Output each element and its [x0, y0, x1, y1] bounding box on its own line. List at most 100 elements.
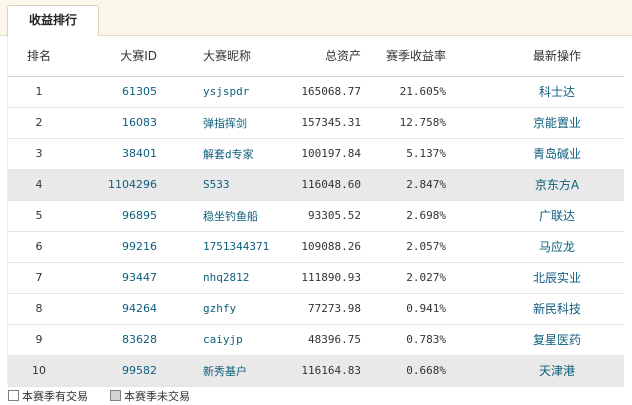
- legend-untraded: 本赛季未交易: [102, 388, 190, 404]
- latest-operation-link[interactable]: 北辰实业: [533, 271, 581, 285]
- rank-cell: 7: [8, 262, 70, 294]
- contest-id-link[interactable]: 99582: [122, 364, 157, 377]
- nickname-link[interactable]: gzhfy: [203, 302, 236, 315]
- season-return-cell: 0.941%: [361, 293, 452, 325]
- nickname-link[interactable]: 新秀基户: [203, 365, 247, 378]
- header-nickname: 大赛昵称: [161, 36, 276, 77]
- nickname-link[interactable]: 解套d专家: [203, 148, 254, 161]
- rank-cell: 1: [8, 76, 70, 108]
- rank-cell: 10: [8, 355, 70, 387]
- latest-operation-link[interactable]: 复星医药: [533, 333, 581, 347]
- nickname-cell: 解套d专家: [161, 138, 276, 170]
- ranking-table: 排名 大赛ID 大赛昵称 总资产 赛季收益率 最新操作 1 61305 ysjspd…: [8, 36, 624, 387]
- nickname-cell: ysjspdr: [161, 76, 276, 108]
- total-assets-cell: 165068.77: [276, 76, 361, 108]
- table-row: 2 16083 弹指挥剑 157345.31 12.758% 京能置业: [8, 107, 624, 139]
- latest-operation-cell: 新民科技: [452, 293, 624, 325]
- latest-operation-link[interactable]: 广联达: [539, 209, 575, 223]
- rank-cell: 3: [8, 138, 70, 170]
- latest-operation-link[interactable]: 青岛碱业: [533, 147, 581, 161]
- header-season-return: 赛季收益率: [361, 36, 452, 77]
- contest-id-link[interactable]: 96895: [122, 209, 157, 222]
- header-rank: 排名: [8, 36, 70, 77]
- total-assets-cell: 111890.93: [276, 262, 361, 294]
- rank-cell: 8: [8, 293, 70, 325]
- table-row: 3 38401 解套d专家 100197.84 5.137% 青岛碱业: [8, 138, 624, 170]
- total-assets-cell: 109088.26: [276, 231, 361, 263]
- contest-id-cell: 93447: [70, 262, 161, 294]
- table-row: 5 96895 稳坐钓鱼船 93305.52 2.698% 广联达: [8, 200, 624, 232]
- total-assets-cell: 77273.98: [276, 293, 361, 325]
- nickname-link[interactable]: caiyjp: [203, 333, 243, 346]
- latest-operation-cell: 天津港: [452, 355, 624, 387]
- header-contest-id: 大赛ID: [70, 36, 161, 77]
- contest-id-cell: 94264: [70, 293, 161, 325]
- rank-cell: 5: [8, 200, 70, 232]
- total-assets-cell: 157345.31: [276, 107, 361, 139]
- contest-id-cell: 61305: [70, 76, 161, 108]
- season-return-cell: 2.027%: [361, 262, 452, 294]
- season-return-cell: 5.137%: [361, 138, 452, 170]
- nickname-link[interactable]: S533: [203, 178, 230, 191]
- table-row: 1 61305 ysjspdr 165068.77 21.605% 科士达: [8, 76, 624, 108]
- latest-operation-link[interactable]: 马应龙: [539, 240, 575, 254]
- contest-id-link[interactable]: 38401: [122, 147, 157, 160]
- nickname-cell: 新秀基户: [161, 355, 276, 387]
- season-return-cell: 12.758%: [361, 107, 452, 139]
- nickname-link[interactable]: 稳坐钓鱼船: [203, 210, 258, 223]
- ranking-panel: 排名 大赛ID 大赛昵称 总资产 赛季收益率 最新操作 1 61305 ysjspd…: [7, 36, 624, 387]
- season-return-cell: 2.847%: [361, 169, 452, 201]
- season-return-cell: 21.605%: [361, 76, 452, 108]
- nickname-cell: gzhfy: [161, 293, 276, 325]
- latest-operation-cell: 北辰实业: [452, 262, 624, 294]
- contest-id-link[interactable]: 83628: [122, 333, 157, 346]
- total-assets-cell: 116164.83: [276, 355, 361, 387]
- contest-id-cell: 99582: [70, 355, 161, 387]
- header-latest-operation: 最新操作: [452, 36, 624, 77]
- nickname-link[interactable]: 弹指挥剑: [203, 117, 247, 130]
- table-row: 9 83628 caiyjp 48396.75 0.783% 复星医药: [8, 324, 624, 356]
- nickname-link[interactable]: ysjspdr: [203, 85, 249, 98]
- table-row: 10 99582 新秀基户 116164.83 0.668% 天津港: [8, 355, 624, 387]
- latest-operation-cell: 京能置业: [452, 107, 624, 139]
- table-row: 7 93447 nhq2812 111890.93 2.027% 北辰实业: [8, 262, 624, 294]
- contest-id-link[interactable]: 99216: [122, 240, 157, 253]
- latest-operation-link[interactable]: 科士达: [539, 85, 575, 99]
- nickname-cell: nhq2812: [161, 262, 276, 294]
- nickname-cell: 弹指挥剑: [161, 107, 276, 139]
- season-return-cell: 0.783%: [361, 324, 452, 356]
- untraded-swatch-icon: [110, 390, 121, 401]
- nickname-cell: caiyjp: [161, 324, 276, 356]
- contest-id-cell: 1104296: [70, 169, 161, 201]
- nickname-cell: S533: [161, 169, 276, 201]
- nickname-link[interactable]: 1751344371: [203, 240, 269, 253]
- season-return-cell: 2.698%: [361, 200, 452, 232]
- latest-operation-cell: 马应龙: [452, 231, 624, 263]
- table-row: 4 1104296 S533 116048.60 2.847% 京东方A: [8, 169, 624, 201]
- contest-id-link[interactable]: 93447: [122, 271, 157, 284]
- latest-operation-link[interactable]: 天津港: [539, 364, 575, 378]
- rank-cell: 4: [8, 169, 70, 201]
- contest-id-link[interactable]: 94264: [122, 302, 157, 315]
- traded-swatch-icon: [8, 390, 19, 401]
- table-row: 6 99216 1751344371 109088.26 2.057% 马应龙: [8, 231, 624, 263]
- nickname-cell: 稳坐钓鱼船: [161, 200, 276, 232]
- contest-id-link[interactable]: 1104296: [108, 178, 157, 191]
- rank-cell: 6: [8, 231, 70, 263]
- table-header-row: 排名 大赛ID 大赛昵称 总资产 赛季收益率 最新操作: [8, 36, 624, 77]
- latest-operation-link[interactable]: 新民科技: [533, 302, 581, 316]
- latest-operation-link[interactable]: 京东方A: [535, 178, 579, 192]
- latest-operation-link[interactable]: 京能置业: [533, 116, 581, 130]
- season-return-cell: 2.057%: [361, 231, 452, 263]
- rank-cell: 9: [8, 324, 70, 356]
- tab-bar: 收益排行: [0, 0, 632, 37]
- nickname-cell: 1751344371: [161, 231, 276, 263]
- contest-id-link[interactable]: 16083: [122, 116, 157, 129]
- total-assets-cell: 100197.84: [276, 138, 361, 170]
- contest-id-link[interactable]: 61305: [122, 85, 157, 98]
- contest-id-cell: 83628: [70, 324, 161, 356]
- total-assets-cell: 93305.52: [276, 200, 361, 232]
- tab-return-ranking[interactable]: 收益排行: [7, 5, 99, 37]
- legend: 本赛季有交易 本赛季未交易: [0, 386, 632, 405]
- nickname-link[interactable]: nhq2812: [203, 271, 249, 284]
